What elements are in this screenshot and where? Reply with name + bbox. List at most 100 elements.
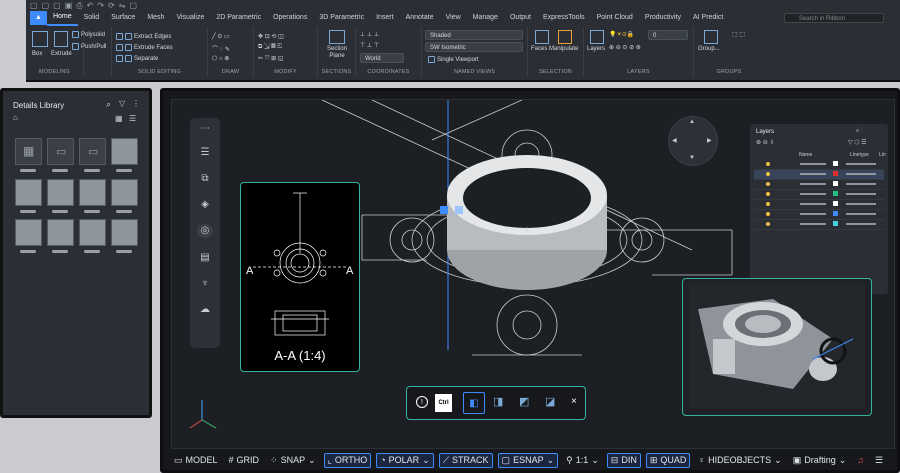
new-layer-icon[interactable]: ⊕ ⊖ ⇩ [756, 139, 774, 146]
tab-productivity[interactable]: Productivity [639, 11, 687, 25]
current-layer-select[interactable]: 0 [648, 30, 688, 40]
ungroup-icon[interactable]: ⬚ ⬚ [732, 31, 745, 38]
layers-icon[interactable]: ◈ [197, 198, 213, 212]
workspace-select[interactable]: ▣ Drafting ⌄ [790, 454, 850, 467]
polysolid-button[interactable]: Polysolid [72, 31, 105, 38]
filter-icon[interactable]: ▽ [119, 99, 125, 108]
app-menu-button[interactable]: ▲ [30, 11, 47, 25]
tab-view[interactable]: View [440, 11, 467, 25]
extrude-face-icon[interactable]: ◨ [493, 395, 503, 408]
window-icon[interactable]: ▢ [129, 0, 137, 11]
annotation-scale[interactable]: ⚲ 1:1 ⌄ [563, 454, 602, 467]
settings-sliders-icon[interactable]: ☰ [197, 146, 213, 160]
quad-toggle[interactable]: ⊞ QUAD [645, 452, 691, 468]
library-detail-tile[interactable] [79, 219, 106, 246]
esnap-toggle[interactable]: ▢ ESNAP ⌄ [497, 452, 559, 468]
polygon-icon[interactable]: ⬡ ○ ⊗ [212, 55, 229, 62]
col-name[interactable]: Name [799, 152, 812, 158]
model-toggle[interactable]: ▭ MODEL [171, 454, 221, 467]
grid-view-icon[interactable]: ▦ [115, 114, 123, 123]
redo-icon[interactable]: ↷ [97, 0, 104, 11]
tab-point-cloud[interactable]: Point Cloud [591, 11, 639, 25]
group-button[interactable]: Group... [698, 46, 720, 52]
info-icon[interactable]: ! [416, 396, 428, 408]
navigation-wheel[interactable]: ▲ ▼ ◀ ▶ [668, 116, 718, 166]
separate-button[interactable]: Separate [116, 55, 158, 62]
nav-down-icon[interactable]: ▼ [689, 155, 695, 161]
manipulate-button[interactable]: Manipulate [549, 46, 578, 52]
file-icon[interactable]: ▢ [30, 0, 38, 11]
tab-2d-parametric[interactable]: 2D Parametric [210, 11, 267, 25]
library-detail-tile[interactable] [111, 179, 138, 206]
strack-toggle[interactable]: ⟋ STRACK [438, 452, 493, 468]
match-icon[interactable]: ⇋ [119, 0, 126, 11]
tab-operations[interactable]: Operations [267, 11, 313, 25]
library-folder-tile[interactable]: ▭ [47, 138, 74, 165]
extrude-faces-button[interactable]: Extrude Faces [116, 44, 173, 51]
ortho-toggle[interactable]: ⌞ ORTHO [323, 452, 372, 468]
line-icon[interactable]: ╱ ⊙ ▭ [212, 33, 230, 40]
list-view-icon[interactable]: ☰ [129, 114, 136, 123]
rotate-face-icon[interactable]: ◪ [545, 395, 555, 408]
more-icon[interactable]: ⋮ [132, 99, 140, 108]
tab-3d-parametric[interactable]: 3D Parametric [313, 11, 370, 25]
ribbon-search-input[interactable]: Search in Ribbon [784, 13, 884, 23]
nav-right-icon[interactable]: ▶ [707, 137, 712, 144]
ucs-origin-icon[interactable]: ⊤ ⊥ ⊤ [360, 42, 379, 49]
notifications-button[interactable]: ♫ [854, 454, 867, 466]
pushpull-button[interactable]: Push/Pull [72, 43, 106, 50]
visual-style-select[interactable]: Shaded [425, 30, 523, 40]
library-detail-tile[interactable] [79, 179, 106, 206]
signal-icon[interactable]: ◎ [197, 224, 213, 238]
offset-face-icon[interactable]: ◩ [519, 395, 529, 408]
tab-visualize[interactable]: Visualize [170, 11, 210, 25]
ucs-select[interactable]: World [360, 53, 404, 63]
extrude-button[interactable]: Extrude [51, 51, 72, 57]
faces-button[interactable]: Faces [531, 46, 547, 52]
tab-solid[interactable]: Solid [78, 11, 106, 25]
library-folder-tile[interactable]: ▭ [79, 138, 106, 165]
tab-surface[interactable]: Surface [105, 11, 141, 25]
extract-edges-button[interactable]: Extract Edges [116, 33, 171, 40]
home-icon[interactable]: ⌂ [13, 113, 18, 122]
ctrl-key-button[interactable]: Ctrl [435, 394, 452, 412]
tab-mesh[interactable]: Mesh [141, 11, 170, 25]
library-detail-tile[interactable] [111, 219, 138, 246]
layers-search-icon[interactable]: ⌕ ⋮ [856, 128, 863, 135]
select-faces-icon[interactable]: ◧ [463, 392, 485, 414]
library-detail-tile[interactable] [15, 179, 42, 206]
library-detail-tile[interactable] [47, 219, 74, 246]
trophy-icon[interactable]: ♆ [197, 277, 213, 291]
tab-ai-predict[interactable]: AI Predict [687, 11, 729, 25]
col-linetype[interactable]: Linetype [850, 152, 869, 158]
model-preview-panel[interactable] [682, 278, 872, 416]
search-icon[interactable]: ⌕ [106, 99, 111, 110]
polyline-icon[interactable]: ⌒ ◌ ✎ [212, 44, 230, 53]
tab-output[interactable]: Output [504, 11, 537, 25]
layer-state-icons[interactable]: 💡☀⊙🔒 [609, 31, 634, 38]
hideobjects-toggle[interactable]: ♀ HIDEOBJECTS ⌄ [695, 454, 784, 467]
layers-button[interactable]: Layers [587, 46, 605, 52]
ucs-icon[interactable]: ⊥ ⊥ ⊥ [360, 31, 379, 38]
layer-filter-icon[interactable]: ▽ ⬡ ☰ [848, 139, 867, 146]
viewport-button[interactable]: Single Viewport [428, 56, 479, 63]
tab-home[interactable]: Home [46, 10, 78, 26]
inspect-icon[interactable]: ▤ [197, 251, 213, 265]
section-plane-button[interactable]: Section Plane [320, 46, 354, 60]
layer-tools-icons[interactable]: ⊕ ⊖ ⊙ ⊘ ⊛ [609, 44, 641, 51]
tab-insert[interactable]: Insert [370, 11, 400, 25]
box-button[interactable]: Box [32, 51, 42, 57]
library-detail-tile[interactable] [111, 138, 138, 165]
refresh-icon[interactable]: ⟳ [108, 0, 115, 11]
trim-icon[interactable]: ✂ ⤧ ⊞ ◱ [258, 55, 284, 63]
snap-toggle[interactable]: ⁘ SNAP ⌄ [267, 454, 319, 467]
tab-manage[interactable]: Manage [467, 11, 504, 25]
grid-toggle[interactable]: # GRID [226, 454, 263, 466]
move-icon[interactable]: ✥ ⊡ ⟲ ◫ [258, 33, 284, 40]
undo-icon[interactable]: ↶ [87, 0, 94, 11]
col-lineweight[interactable]: Lin [879, 152, 886, 158]
tab-expresstools[interactable]: ExpressTools [537, 11, 591, 25]
section-view-panel[interactable]: A A A-A (1:4) [240, 182, 360, 372]
cloud-upload-icon[interactable]: ☁ [197, 303, 213, 317]
named-view-select[interactable]: SW Isometric [425, 42, 523, 52]
